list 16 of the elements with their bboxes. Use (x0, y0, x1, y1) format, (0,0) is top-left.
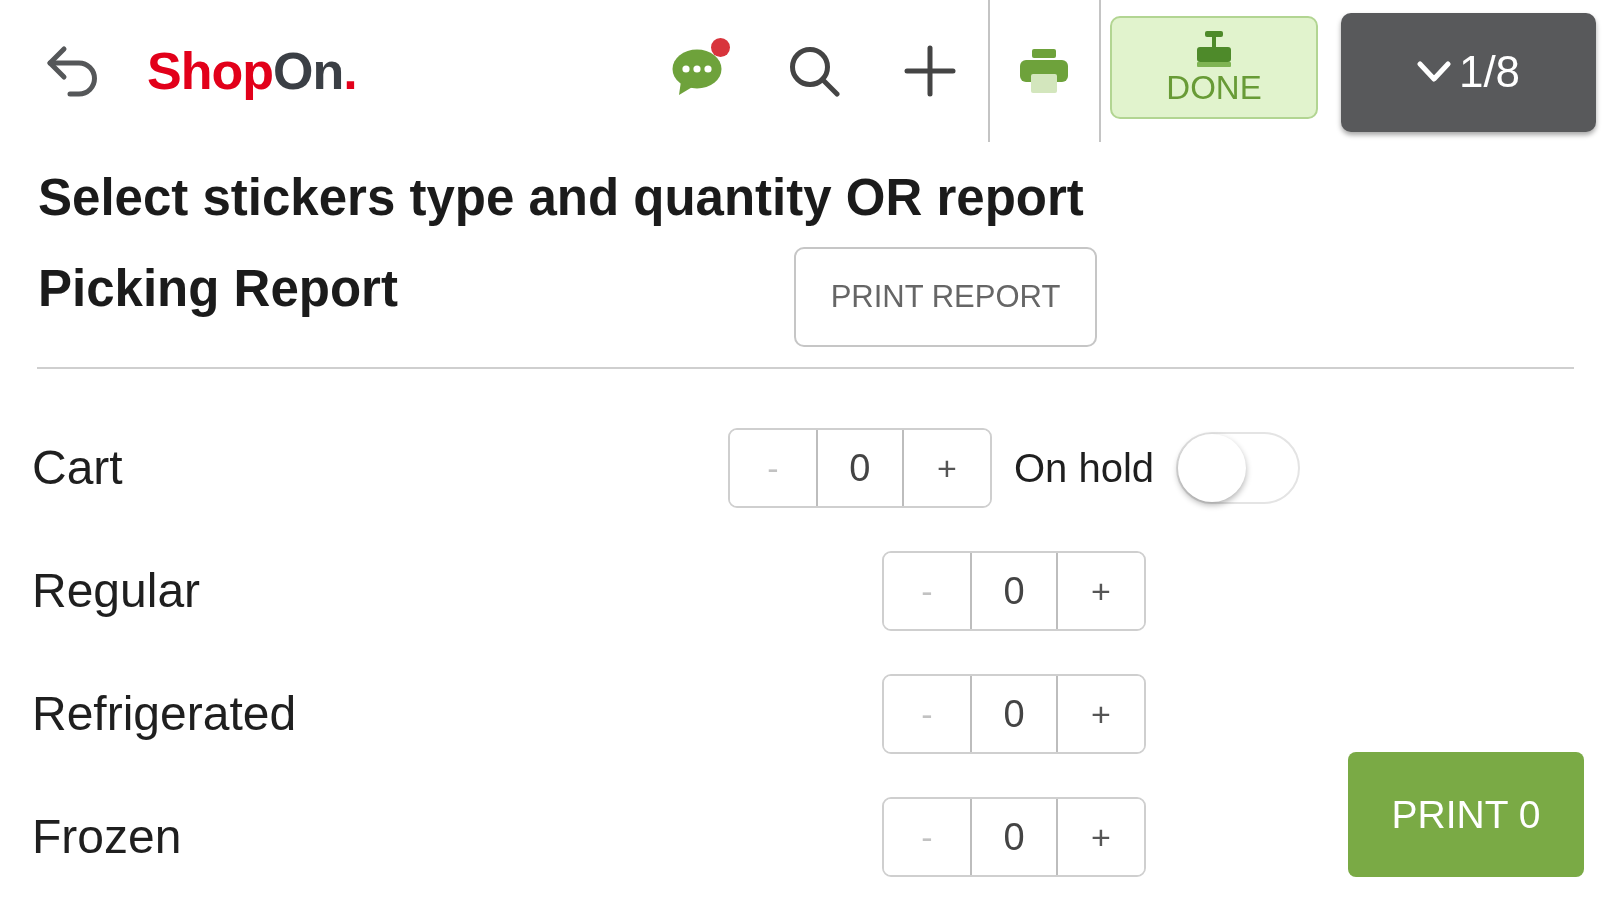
toggle-label: On hold (1013, 445, 1155, 491)
toggle-switch[interactable] (1176, 432, 1301, 504)
stamp-icon (1195, 30, 1233, 67)
plus-icon[interactable] (904, 45, 956, 97)
sticker-type-label: Refrigerated (32, 686, 297, 742)
sticker-type-label: Cart (32, 440, 123, 496)
sticker-type-label: Frozen (32, 809, 182, 865)
print-report-button[interactable]: PRINT REPORT (794, 247, 1097, 347)
pager-button[interactable]: 1/8 (1341, 12, 1596, 132)
sticker-type-label: Regular (32, 563, 201, 619)
chat-bubble-icon[interactable] (672, 49, 722, 96)
report-label: Picking Report (38, 259, 398, 319)
page-title: Select stickers type and quantity OR report (38, 168, 1084, 228)
search-icon[interactable] (789, 45, 840, 97)
printer-icon[interactable] (1020, 49, 1068, 93)
chevron-down-icon (1416, 61, 1451, 83)
